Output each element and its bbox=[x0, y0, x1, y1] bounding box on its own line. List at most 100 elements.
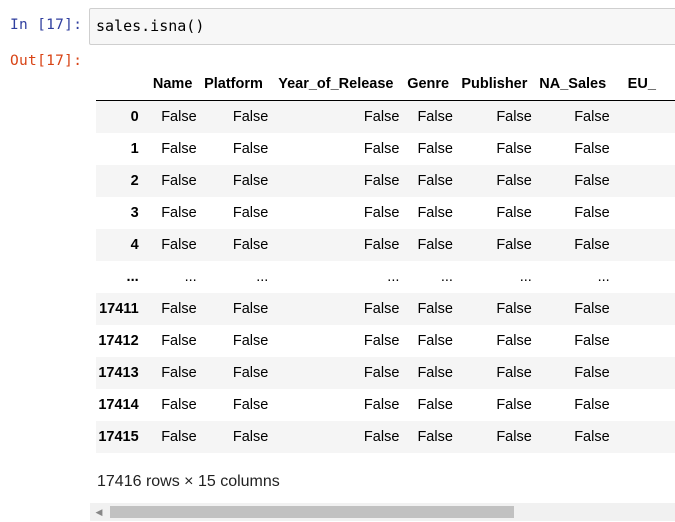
table-row: 2 False False False False False False bbox=[96, 165, 675, 197]
table-cell: False bbox=[232, 109, 269, 125]
row-index: 2 bbox=[130, 173, 139, 189]
table-cell: False bbox=[232, 429, 269, 445]
row-index: 17415 bbox=[98, 429, 139, 445]
table-cell: False bbox=[496, 301, 532, 317]
table-body: 0 False False False False False False 1 False Fal… bbox=[96, 100, 675, 453]
row-index: 17411 bbox=[99, 301, 139, 317]
table-row: 1 False False False False False False bbox=[96, 133, 675, 165]
column-header: Publisher bbox=[456, 68, 536, 101]
column-header: Name bbox=[148, 68, 199, 101]
table-cell bbox=[614, 325, 675, 357]
table-cell: ... bbox=[387, 269, 400, 285]
table-cell: False bbox=[574, 301, 610, 317]
table-cell: False bbox=[363, 141, 400, 157]
table-cell: False bbox=[574, 397, 610, 413]
code-input-area[interactable]: sales.isna() bbox=[89, 8, 675, 45]
table-cell: False bbox=[161, 237, 197, 253]
code-text[interactable]: sales.isna() bbox=[96, 17, 204, 35]
table-cell: False bbox=[574, 109, 610, 125]
table-cell: False bbox=[363, 173, 400, 189]
table-cell: False bbox=[496, 173, 532, 189]
table-cell: False bbox=[161, 397, 197, 413]
table-cell: False bbox=[574, 237, 610, 253]
row-index: ... bbox=[126, 269, 139, 285]
row-index: 4 bbox=[130, 237, 139, 253]
table-cell: False bbox=[363, 205, 400, 221]
table-cell: False bbox=[232, 397, 269, 413]
row-index: 17413 bbox=[98, 365, 139, 381]
table-cell: False bbox=[232, 365, 269, 381]
table-cell: False bbox=[496, 397, 532, 413]
header-row: Name Platform Year_of_Release Genre Publ… bbox=[96, 68, 675, 101]
table-cell: ... bbox=[184, 269, 197, 285]
row-index: 3 bbox=[130, 205, 139, 221]
table-cell: ... bbox=[597, 269, 610, 285]
table-cell: False bbox=[161, 365, 197, 381]
table-cell bbox=[614, 165, 675, 197]
table-cell bbox=[614, 389, 675, 421]
table-cell: False bbox=[161, 205, 197, 221]
table-cell: False bbox=[417, 365, 453, 381]
table-cell bbox=[614, 421, 675, 453]
table-cell: False bbox=[232, 301, 269, 317]
table-cell: False bbox=[417, 173, 453, 189]
table-cell: False bbox=[232, 205, 269, 221]
table-row: 17414 False False False False False False bbox=[96, 389, 675, 421]
table-cell: False bbox=[574, 173, 610, 189]
table-cell: ... bbox=[519, 269, 532, 285]
table-cell: False bbox=[496, 365, 532, 381]
table-cell: False bbox=[161, 429, 197, 445]
table-cell: ... bbox=[256, 269, 269, 285]
horizontal-scrollbar[interactable]: ◀ bbox=[90, 503, 675, 521]
table-cell: False bbox=[161, 109, 197, 125]
table-row: 17415 False False False False False False bbox=[96, 421, 675, 453]
table-cell: False bbox=[363, 429, 400, 445]
column-header: Platform bbox=[198, 68, 273, 101]
table-cell: False bbox=[232, 237, 269, 253]
table-cell: False bbox=[417, 237, 453, 253]
column-header: NA_Sales bbox=[535, 68, 614, 101]
table-cell: False bbox=[363, 301, 400, 317]
scrollbar-thumb[interactable] bbox=[110, 506, 514, 518]
table-cell: False bbox=[496, 237, 532, 253]
table-row: 17412 False False False False False False bbox=[96, 325, 675, 357]
table-cell: False bbox=[232, 333, 269, 349]
table-cell: False bbox=[363, 333, 400, 349]
table-row: ..................... bbox=[96, 261, 675, 293]
scroll-left-icon[interactable]: ◀ bbox=[93, 506, 105, 518]
column-header: EU_ bbox=[613, 68, 675, 101]
table-cell: False bbox=[161, 141, 197, 157]
row-index: 1 bbox=[130, 141, 139, 157]
table-cell: False bbox=[363, 397, 400, 413]
table-cell bbox=[614, 261, 675, 293]
table-cell: False bbox=[574, 429, 610, 445]
table-row: 0 False False False False False False bbox=[96, 100, 675, 133]
table-cell bbox=[614, 293, 675, 325]
table-cell: False bbox=[161, 173, 197, 189]
table-cell: False bbox=[161, 333, 197, 349]
table-cell bbox=[614, 229, 675, 261]
table-cell: False bbox=[574, 205, 610, 221]
table-cell: False bbox=[363, 365, 400, 381]
table-cell: False bbox=[496, 429, 532, 445]
dataframe-table: Name Platform Year_of_Release Genre Publ… bbox=[96, 68, 675, 453]
table-row: 17413 False False False False False False bbox=[96, 357, 675, 389]
table-row: 17411 False False False False False False bbox=[96, 293, 675, 325]
index-header bbox=[96, 68, 149, 101]
table-row: 4 False False False False False False bbox=[96, 229, 675, 261]
table-cell: False bbox=[417, 429, 453, 445]
table-cell: False bbox=[496, 109, 532, 125]
table-cell bbox=[614, 357, 675, 389]
table-row: 3 False False False False False False bbox=[96, 197, 675, 229]
table-cell: False bbox=[574, 365, 610, 381]
row-index: 17412 bbox=[98, 333, 139, 349]
table-cell bbox=[614, 197, 675, 229]
column-header: Year_of_Release bbox=[272, 68, 404, 101]
table-cell: False bbox=[363, 237, 400, 253]
table-cell: False bbox=[574, 141, 610, 157]
input-prompt: In [17]: bbox=[10, 17, 83, 33]
table-cell: False bbox=[496, 205, 532, 221]
table-cell: ... bbox=[440, 269, 453, 285]
table-cell: False bbox=[417, 109, 453, 125]
row-index: 0 bbox=[130, 109, 139, 125]
